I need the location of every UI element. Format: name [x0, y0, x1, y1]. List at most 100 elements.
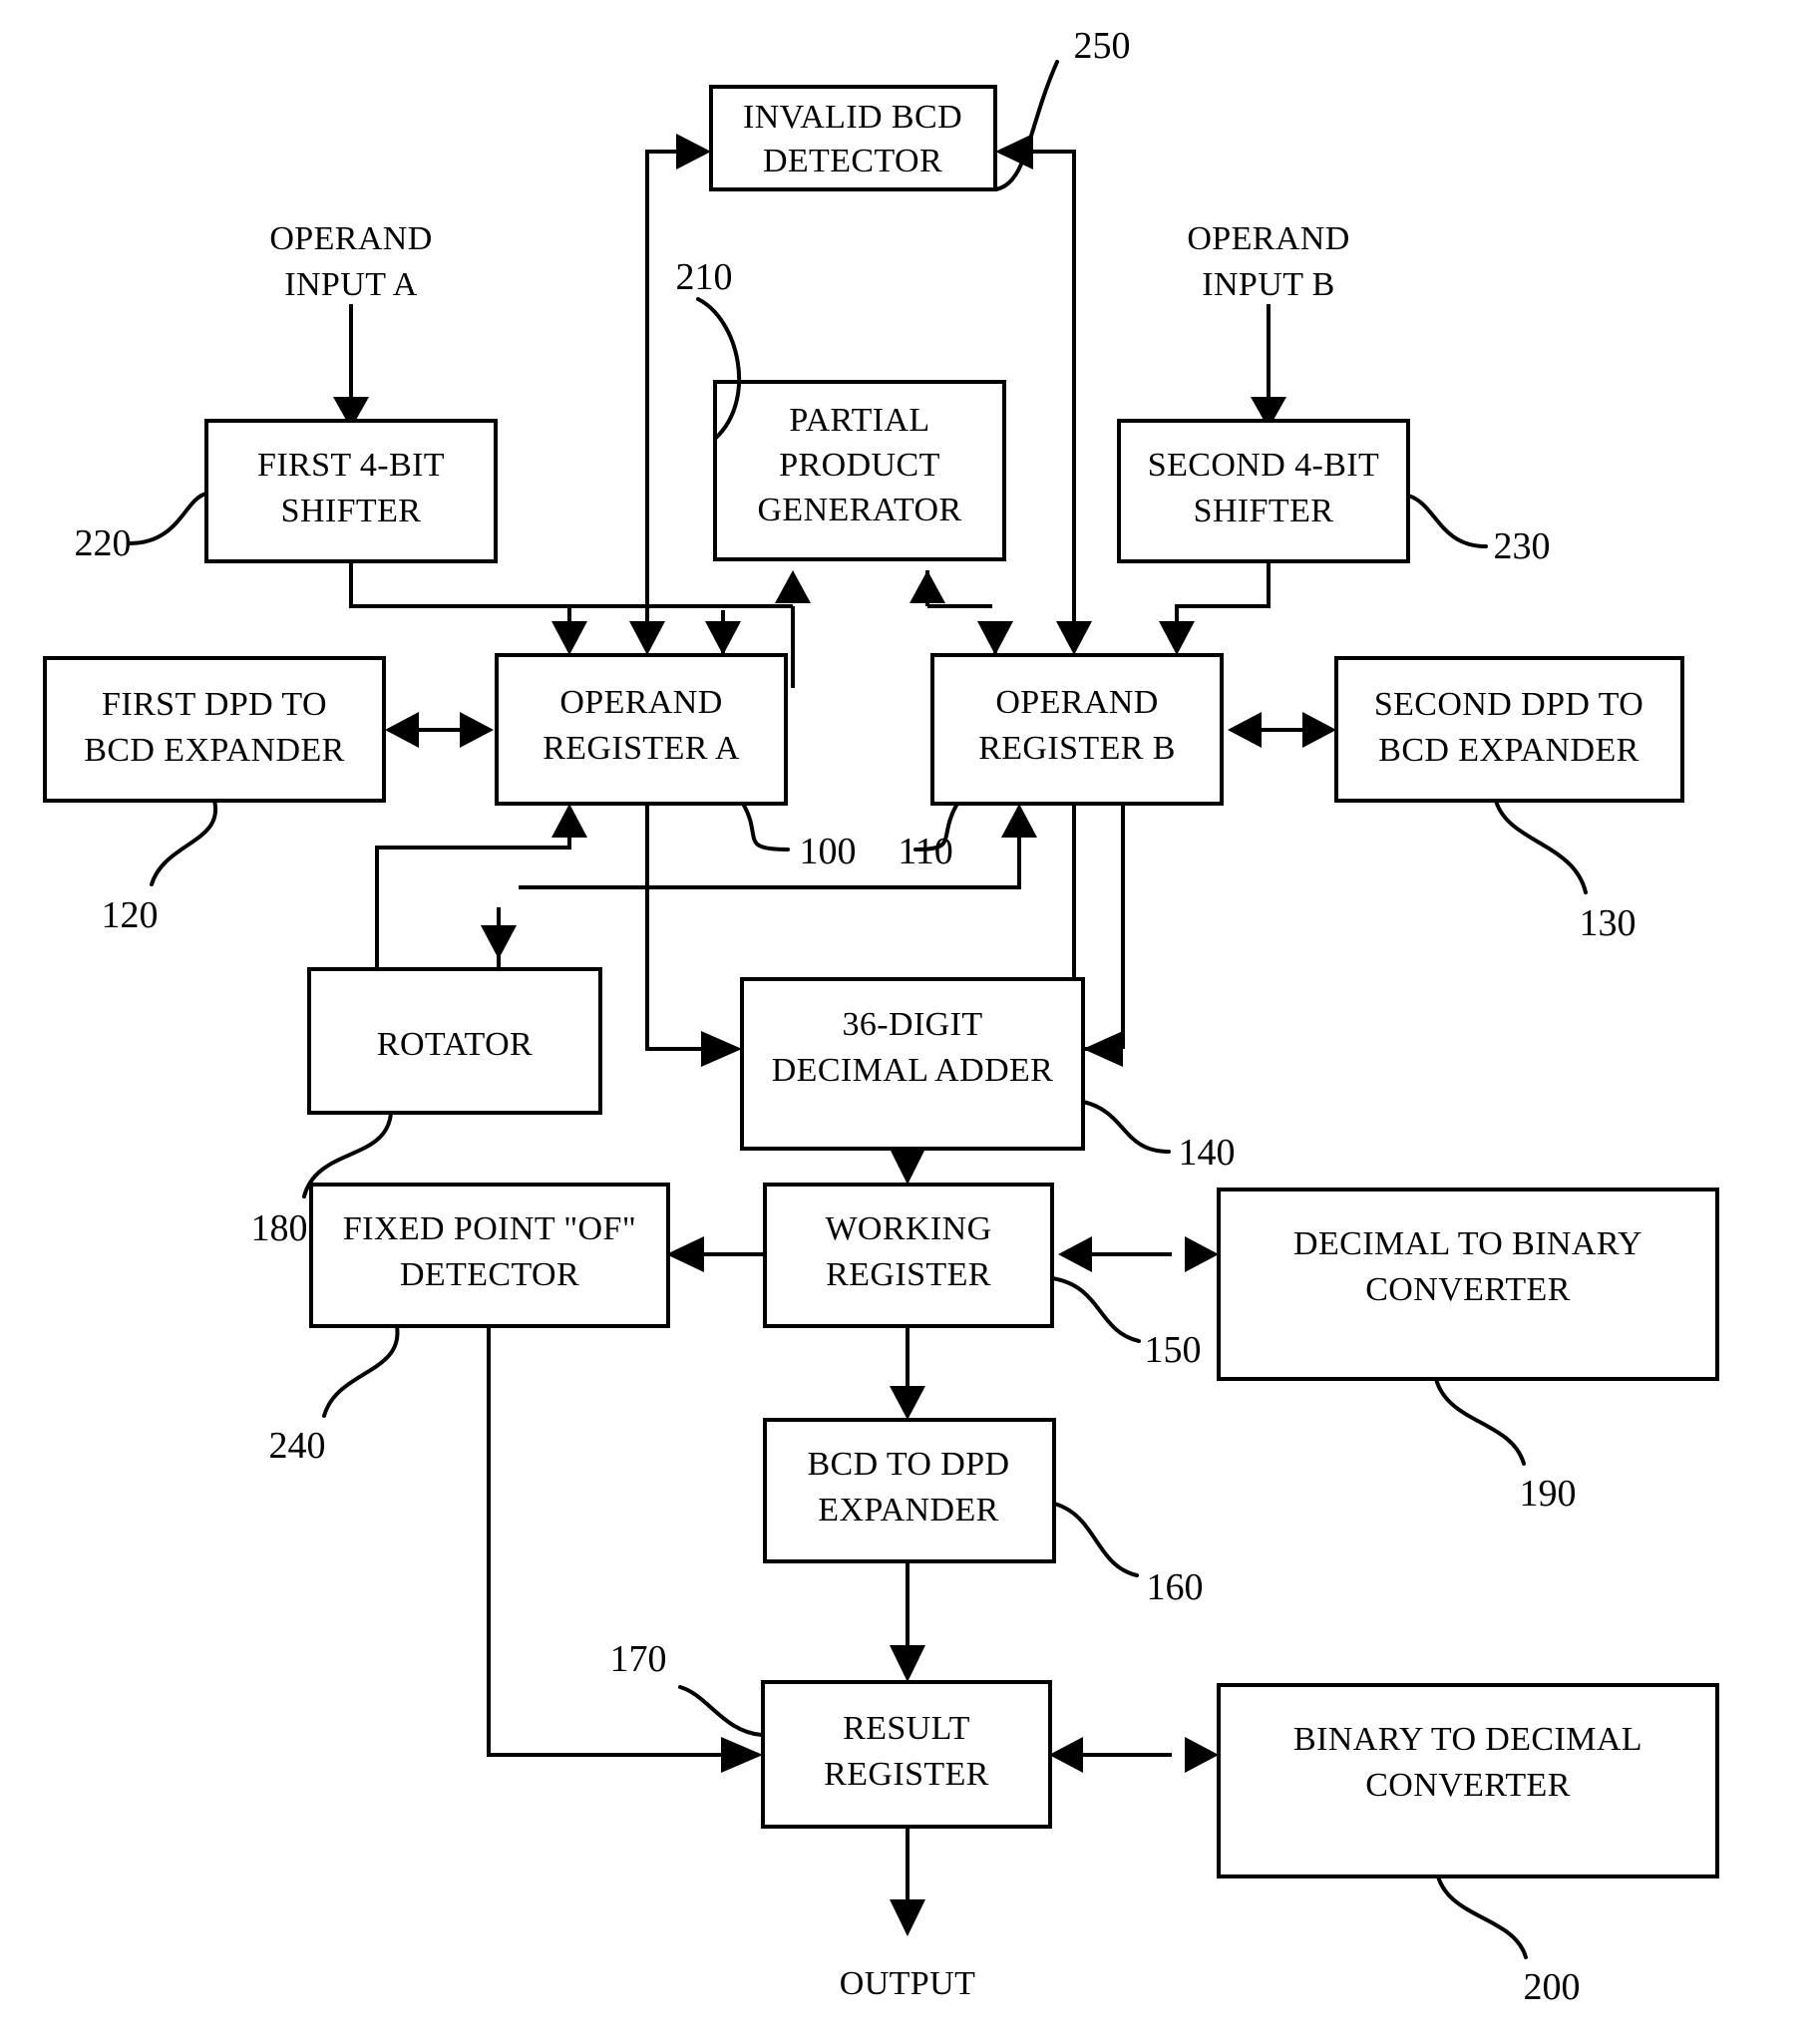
operand-input-b-line1: OPERAND: [1187, 220, 1349, 257]
ref-190: 190: [1434, 1377, 1577, 1515]
block-invalid-bcd-detector[interactable]: INVALID BCD DETECTOR: [709, 85, 997, 191]
ref-150: 150: [1050, 1276, 1202, 1371]
ref-160: 160: [1052, 1502, 1204, 1608]
label-output: OUTPUT: [840, 1965, 976, 2002]
block-partial-product-generator[interactable]: PARTIAL PRODUCT GENERATOR: [713, 380, 1006, 561]
block-bcd-to-dpd-expander[interactable]: BCD TO DPD EXPANDER: [763, 1418, 1056, 1563]
second-dpd-to-bcd-expander-label-line2: BCD EXPANDER: [1378, 732, 1638, 769]
ref-120: 120: [102, 799, 218, 936]
decimal-adder-label-line1: 36-DIGIT: [842, 1006, 982, 1043]
operand-register-a-label-line1: OPERAND: [559, 684, 722, 721]
edge-result-register-binary-to-decimal: [1049, 1737, 1219, 1773]
label-operand-input-a: OPERAND INPUT A: [269, 220, 432, 303]
block-decimal-to-binary-converter[interactable]: DECIMAL TO BINARY CONVERTER: [1217, 1188, 1719, 1381]
edge-invalid-detector-down-to-register-b: [1056, 189, 1092, 655]
edge-register-a-to-rotator: [481, 907, 517, 970]
ref-110: 110: [898, 802, 959, 872]
binary-to-decimal-converter-label-line1: BINARY TO DECIMAL: [1293, 1721, 1642, 1758]
second-4bit-shifter-label-line2: SHIFTER: [1194, 493, 1334, 529]
ref-230: 230: [1406, 494, 1551, 567]
edge-register-a-to-decimal-adder: [645, 804, 742, 1067]
result-register-label-line1: RESULT: [843, 1710, 970, 1747]
working-register-label-line1: WORKING: [825, 1210, 991, 1247]
edge-bcd-to-dpd-to-result-register: [890, 1561, 925, 1682]
operand-input-a-line1: OPERAND: [269, 220, 432, 257]
ref-130: 130: [1494, 799, 1637, 944]
block-rotator[interactable]: ROTATOR: [307, 967, 602, 1115]
edge-decimal-adder-to-working-register: [890, 1149, 925, 1185]
operand-register-a-label-line2: REGISTER A: [543, 730, 740, 767]
ref-110-label: 110: [898, 831, 953, 872]
operand-input-b-line2: INPUT B: [1202, 266, 1334, 303]
edge-register-b-to-partial-product-generator: [910, 570, 992, 608]
ref-250: 250: [993, 25, 1131, 191]
fixed-point-of-detector-label-line1: FIXED POINT "OF": [343, 1210, 636, 1247]
ref-100: 100: [741, 802, 857, 872]
edge-first-dpd-register-a: [385, 712, 494, 748]
edge-input-a-to-first-shifter: [333, 304, 369, 429]
ref-130-label: 130: [1580, 902, 1637, 944]
ref-120-label: 120: [102, 894, 159, 936]
invalid-bcd-detector-label-line1: INVALID BCD: [743, 99, 962, 136]
result-register-label-line2: REGISTER: [824, 1756, 989, 1793]
ref-140: 140: [1081, 1100, 1236, 1174]
ref-180-label: 180: [251, 1207, 308, 1249]
ref-250-label: 250: [1074, 25, 1131, 67]
label-operand-input-b: OPERAND INPUT B: [1187, 220, 1349, 303]
partial-product-generator-label-line3: GENERATOR: [757, 492, 961, 528]
binary-to-decimal-converter-label-line2: CONVERTER: [1365, 1767, 1571, 1804]
ref-220-label: 220: [75, 522, 132, 564]
ref-100-label: 100: [800, 831, 857, 872]
edge-register-a-to-invalid-bcd-detector: [645, 134, 711, 628]
ref-200: 200: [1436, 1874, 1581, 2008]
operand-register-b-label-line1: OPERAND: [995, 684, 1158, 721]
partial-product-generator-label-line2: PRODUCT: [779, 447, 940, 484]
edge-second-shifter-to-register-b: [1159, 561, 1271, 655]
block-fixed-point-of-detector[interactable]: FIXED POINT "OF" DETECTOR: [309, 1183, 670, 1328]
block-first-4bit-shifter[interactable]: FIRST 4-BIT SHIFTER: [204, 419, 498, 563]
block-operand-register-a[interactable]: OPERAND REGISTER A: [495, 653, 788, 806]
first-dpd-to-bcd-expander-label-line1: FIRST DPD TO: [102, 686, 327, 723]
block-result-register[interactable]: RESULT REGISTER: [761, 1680, 1052, 1829]
edge-adder-to-register-b-feedback: [519, 804, 1037, 889]
block-second-4bit-shifter[interactable]: SECOND 4-BIT SHIFTER: [1117, 419, 1410, 563]
ref-220: 220: [75, 492, 208, 564]
ref-160-label: 160: [1147, 1566, 1204, 1608]
first-4bit-shifter-label-line2: SHIFTER: [281, 493, 422, 529]
first-4bit-shifter-label-line1: FIRST 4-BIT: [257, 447, 445, 484]
ref-240: 240: [269, 1324, 400, 1467]
rotator-label: ROTATOR: [377, 1026, 533, 1063]
working-register-label-line2: REGISTER: [826, 1256, 991, 1293]
fixed-point-of-detector-label-line2: DETECTOR: [400, 1256, 579, 1293]
edge-working-register-to-bcd-to-dpd: [890, 1326, 925, 1420]
bcd-to-dpd-expander-label-line1: BCD TO DPD: [807, 1446, 1009, 1483]
operand-register-b-label-line2: REGISTER B: [978, 730, 1176, 767]
block-binary-to-decimal-converter[interactable]: BINARY TO DECIMAL CONVERTER: [1217, 1683, 1719, 1878]
block-working-register[interactable]: WORKING REGISTER: [763, 1183, 1054, 1328]
block-operand-register-b[interactable]: OPERAND REGISTER B: [930, 653, 1224, 806]
ref-190-label: 190: [1520, 1473, 1577, 1515]
ref-240-label: 240: [269, 1425, 326, 1467]
partial-product-generator-label-line1: PARTIAL: [789, 402, 929, 439]
second-dpd-to-bcd-expander-label-line1: SECOND DPD TO: [1374, 686, 1643, 723]
output-label: OUTPUT: [840, 1965, 976, 2002]
bcd-to-dpd-expander-label-line2: EXPANDER: [818, 1492, 998, 1529]
decimal-to-binary-converter-label-line1: DECIMAL TO BINARY: [1293, 1225, 1642, 1262]
ref-170: 170: [610, 1638, 765, 1737]
edge-ppg-out-to-register-a: [705, 610, 741, 659]
ref-150-label: 150: [1145, 1329, 1202, 1371]
figure-canvas: INVALID BCD DETECTOR PARTIAL PRODUCT GEN…: [0, 0, 1820, 2042]
invalid-bcd-detector-label-line2: DETECTOR: [763, 143, 942, 179]
block-first-dpd-to-bcd-expander[interactable]: FIRST DPD TO BCD EXPANDER: [43, 656, 386, 803]
block-diagram: INVALID BCD DETECTOR PARTIAL PRODUCT GEN…: [43, 25, 1719, 2008]
first-dpd-to-bcd-expander-label-line2: BCD EXPANDER: [84, 732, 344, 769]
edge-result-register-to-output: [890, 1827, 925, 1936]
block-second-dpd-to-bcd-expander[interactable]: SECOND DPD TO BCD EXPANDER: [1334, 656, 1684, 803]
edge-input-b-to-second-shifter: [1251, 304, 1286, 429]
edge-register-b-to-invalid-bcd-detector: [995, 134, 1076, 628]
second-4bit-shifter-label-line1: SECOND 4-BIT: [1148, 447, 1379, 484]
decimal-to-binary-converter-label-line2: CONVERTER: [1365, 1271, 1571, 1308]
block-decimal-adder[interactable]: 36-DIGIT DECIMAL ADDER: [740, 977, 1085, 1151]
operand-input-a-line2: INPUT A: [284, 266, 418, 303]
edge-fixed-point-detector-to-result-register: [487, 1326, 763, 1773]
